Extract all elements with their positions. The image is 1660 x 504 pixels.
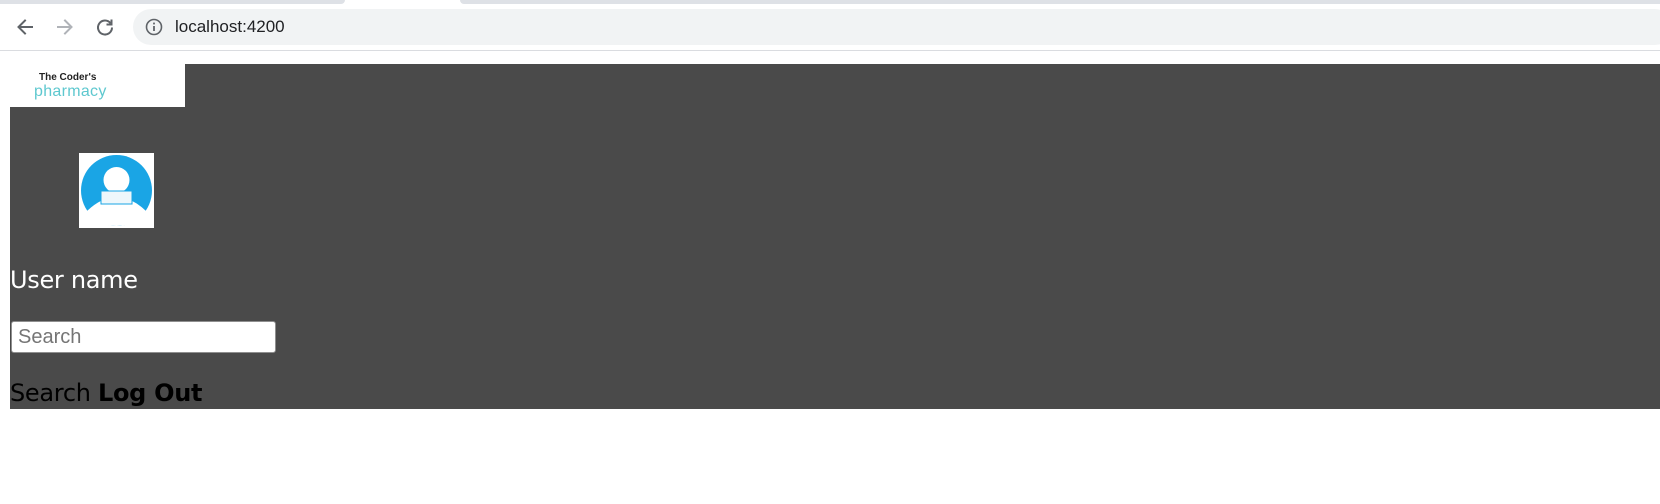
url-text: localhost:4200 bbox=[175, 17, 285, 36]
forward-button[interactable] bbox=[49, 11, 81, 43]
user-avatar-icon bbox=[81, 155, 152, 226]
logout-link[interactable]: Log Out bbox=[98, 379, 202, 407]
user-name-label: User name bbox=[10, 266, 138, 294]
search-input[interactable] bbox=[11, 321, 276, 353]
app-header: The Coder's pharmacy User name Search Lo… bbox=[10, 64, 1660, 409]
avatar bbox=[79, 153, 154, 228]
reload-icon bbox=[97, 19, 114, 36]
logo-title: pharmacy bbox=[34, 83, 107, 100]
info-circle-icon[interactable] bbox=[145, 18, 163, 36]
reload-button[interactable] bbox=[89, 11, 121, 43]
browser-toolbar: localhost:4200 bbox=[0, 6, 1660, 51]
inactive-tab-right[interactable] bbox=[460, 0, 1660, 4]
arrow-left-icon bbox=[17, 19, 33, 35]
address-bar[interactable]: localhost:4200 bbox=[133, 9, 1660, 45]
action-links: Search Log Out bbox=[10, 379, 202, 407]
logo-subtitle: The Coder's bbox=[39, 72, 97, 83]
arrow-right-icon bbox=[57, 19, 73, 35]
page-viewport: The Coder's pharmacy User name Search Lo… bbox=[0, 51, 1660, 504]
search-link[interactable]: Search bbox=[10, 379, 91, 407]
brand-logo[interactable]: The Coder's pharmacy bbox=[10, 64, 185, 107]
back-button[interactable] bbox=[9, 11, 41, 43]
inactive-tab[interactable] bbox=[0, 0, 345, 4]
